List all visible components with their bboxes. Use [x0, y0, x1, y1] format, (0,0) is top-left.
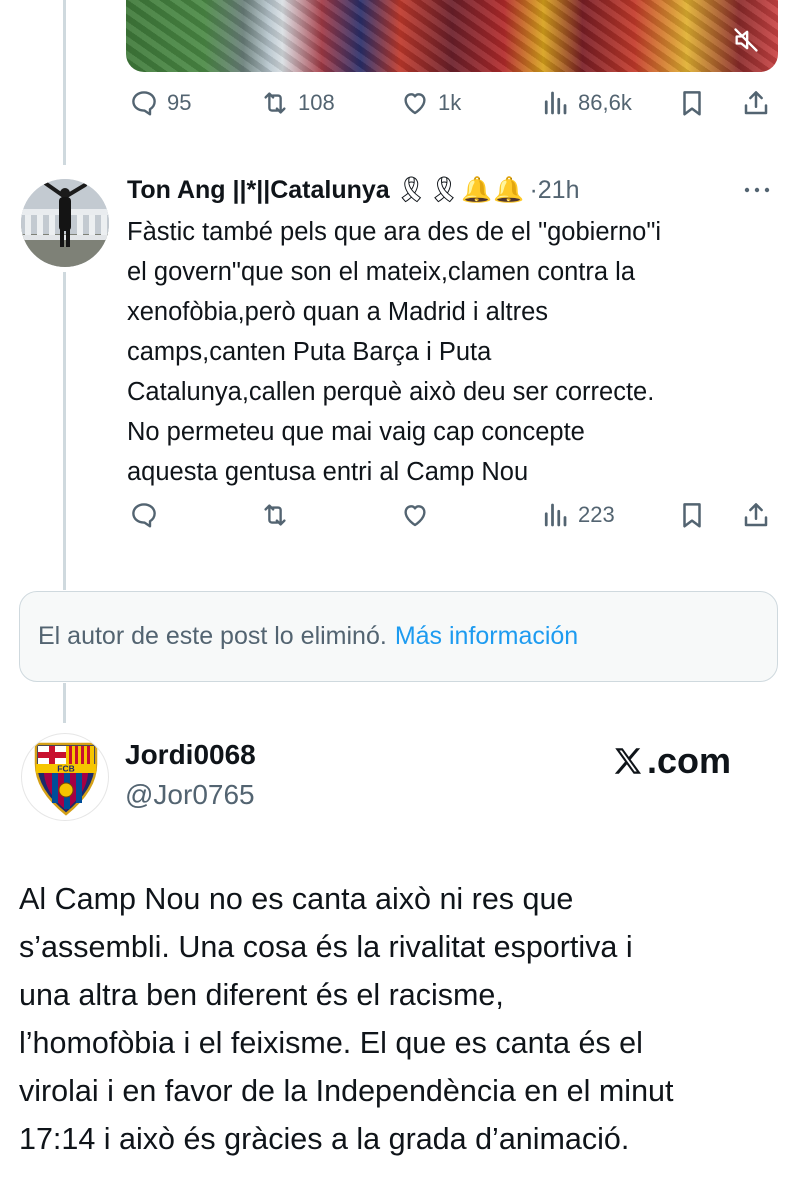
share-icon [744, 503, 768, 527]
comment-icon [132, 503, 156, 528]
share-icon [744, 91, 768, 115]
avatar[interactable]: FCB [21, 733, 109, 821]
fcb-crest-icon: FCB [34, 742, 98, 816]
share-button[interactable] [741, 88, 771, 118]
bookmark-icon [683, 91, 701, 116]
author-name[interactable]: Ton Ang ||*||Catalunya [127, 176, 390, 205]
repost-button[interactable] [260, 500, 290, 530]
reply-header: Ton Ang ||*||Catalunya 🎗🎗🔔🔔 · 21h [127, 170, 580, 210]
more-info-link[interactable]: Más información [395, 622, 578, 651]
like-button[interactable]: 1k [400, 88, 461, 118]
author-emojis: 🎗🎗🔔🔔 [395, 175, 526, 204]
heart-icon [404, 505, 426, 527]
repost-count: 108 [298, 90, 335, 115]
bookmark-icon [683, 503, 701, 528]
more-options-icon[interactable] [740, 178, 774, 202]
view-count: 223 [578, 502, 615, 527]
views-button[interactable]: 223 [540, 500, 615, 530]
quoted-author-handle[interactable]: @Jor0765 [125, 779, 255, 811]
thread-line-middle [63, 272, 66, 590]
svg-text:FCB: FCB [57, 764, 74, 774]
avatar-photo-icon [21, 179, 109, 267]
repost-icon [264, 92, 286, 114]
deleted-post-notice: El autor de este post lo eliminó. Más in… [19, 591, 778, 682]
quoted-post-text: Al Camp Nou no es canta això ni res que … [19, 882, 674, 1156]
share-button[interactable] [741, 500, 771, 530]
post-time[interactable]: 21h [538, 176, 580, 205]
views-chart-icon [544, 503, 567, 527]
views-chart-icon [544, 91, 567, 115]
post-video-thumbnail[interactable] [126, 0, 778, 72]
thread-line-top [63, 0, 66, 165]
x-com-watermark: .com [611, 738, 731, 784]
repost-button[interactable]: 108 [260, 88, 335, 118]
reply-button[interactable] [129, 500, 159, 530]
deleted-notice-text: El autor de este post lo eliminó. [38, 622, 387, 650]
views-button[interactable]: 86,6k [540, 88, 632, 118]
bookmark-button[interactable] [677, 88, 707, 118]
watermark-text: .com [647, 740, 732, 781]
separator-dot: · [529, 175, 538, 204]
quoted-author-name[interactable]: Jordi0068 [125, 739, 256, 771]
muted-icon[interactable] [732, 26, 760, 54]
bookmark-button[interactable] [677, 500, 707, 530]
thread-line-bottom [63, 683, 66, 723]
x-logo-icon [614, 748, 642, 774]
reply-text: Fàstic també pels que ara des de el "gob… [127, 218, 662, 486]
reply-count: 95 [167, 90, 192, 115]
like-count: 1k [438, 90, 462, 115]
avatar[interactable] [21, 179, 109, 267]
like-button[interactable] [400, 500, 430, 530]
reply-button[interactable]: 95 [129, 88, 191, 118]
heart-icon [404, 93, 426, 115]
repost-icon [264, 504, 286, 526]
comment-icon [132, 91, 156, 116]
view-count: 86,6k [578, 90, 632, 115]
